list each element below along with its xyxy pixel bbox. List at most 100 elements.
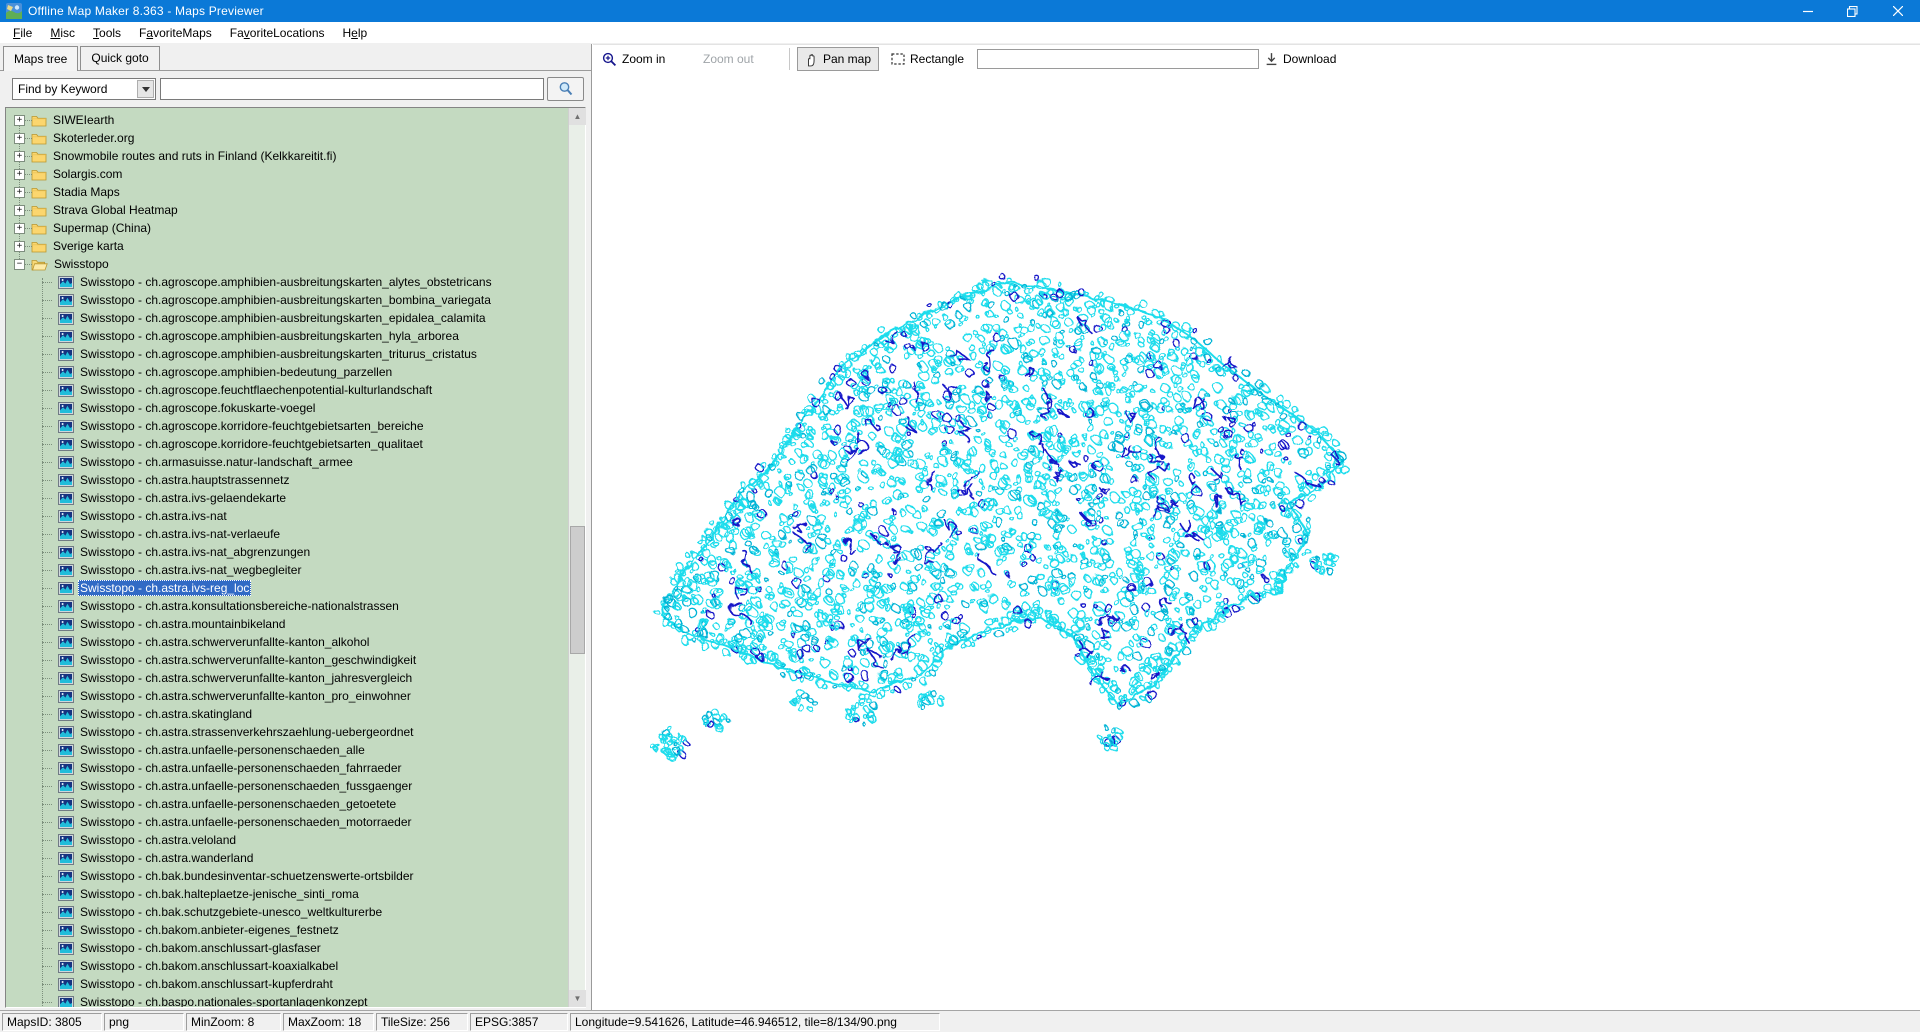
expand-icon[interactable]: + [14, 115, 25, 126]
restore-button[interactable] [1830, 0, 1875, 22]
search-mode-dropdown[interactable]: Find by Keyword [12, 78, 156, 100]
chevron-down-icon[interactable] [137, 80, 154, 98]
tree-item[interactable]: Swisstopo - ch.agroscope.amphibien-ausbr… [6, 345, 568, 363]
tree-item[interactable]: Swisstopo - ch.baspo.nationales-sportanl… [6, 993, 568, 1007]
menu-item-help[interactable]: Help [334, 23, 377, 43]
hand-icon [805, 52, 818, 67]
tree-item[interactable]: Swisstopo - ch.astra.schwerverunfallte-k… [6, 651, 568, 669]
menu-bar: FileMiscToolsFavoriteMapsFavoriteLocatio… [0, 22, 1920, 44]
tree-item[interactable]: Swisstopo - ch.bak.halteplaetze-jenische… [6, 885, 568, 903]
tree-folder[interactable]: +SIWEIearth [6, 111, 568, 129]
tree-item[interactable]: Swisstopo - ch.astra.konsultationsbereic… [6, 597, 568, 615]
tree-item[interactable]: Swisstopo - ch.agroscope.amphibien-ausbr… [6, 291, 568, 309]
download-button[interactable]: Download [1261, 47, 1340, 71]
app-icon [6, 3, 22, 19]
tree-item[interactable]: Swisstopo - ch.astra.schwerverunfallte-k… [6, 633, 568, 651]
tree-item[interactable]: Swisstopo - ch.astra.mountainbikeland [6, 615, 568, 633]
menu-item-favoritelocations[interactable]: FavoriteLocations [221, 23, 334, 43]
tree-item[interactable]: Swisstopo - ch.agroscope.amphibien-ausbr… [6, 273, 568, 291]
pan-map-button[interactable]: Pan map [797, 47, 879, 71]
tree-item[interactable]: Swisstopo - ch.astra.ivs-nat_wegbegleite… [6, 561, 568, 579]
zoom-in-button[interactable]: Zoom in [598, 47, 669, 71]
scrollbar-thumb[interactable] [570, 526, 585, 654]
close-button[interactable] [1875, 0, 1920, 22]
expand-icon[interactable]: + [14, 133, 25, 144]
tree-item[interactable]: Swisstopo - ch.bakom.anschlussart-glasfa… [6, 939, 568, 957]
expand-icon[interactable]: + [14, 169, 25, 180]
tab-maps-tree[interactable]: Maps tree [3, 46, 78, 71]
tree-item-selected[interactable]: Swisstopo - ch.astra.ivs-reg_loc [6, 579, 568, 597]
tree-folder[interactable]: +Strava Global Heatmap [6, 201, 568, 219]
tree-folder[interactable]: +Skoterleder.org [6, 129, 568, 147]
tree-item[interactable]: Swisstopo - ch.bakom.anschlussart-kupfer… [6, 975, 568, 993]
tree-item[interactable]: Swisstopo - ch.agroscope.amphibien-bedeu… [6, 363, 568, 381]
tree-folder[interactable]: +Snowmobile routes and ruts in Finland (… [6, 147, 568, 165]
map-preview[interactable] [593, 73, 1920, 1011]
title-bar: Offline Map Maker 8.363 - Maps Previewer [0, 0, 1920, 22]
tree-item[interactable]: Swisstopo - ch.astra.hauptstrassennetz [6, 471, 568, 489]
tree-folder[interactable]: +Solargis.com [6, 165, 568, 183]
expand-icon[interactable]: + [14, 241, 25, 252]
tree-item[interactable]: Swisstopo - ch.bakom.anschlussart-koaxia… [6, 957, 568, 975]
left-panel: Maps tree Quick goto Find by Keyword +SI… [0, 44, 592, 1010]
tree-item[interactable]: Swisstopo - ch.bakom.anbieter-eigenes_fe… [6, 921, 568, 939]
status-coordinates: Longitude=9.541626, Latitude=46.946512, … [570, 1013, 940, 1031]
collapse-icon[interactable]: − [14, 259, 25, 270]
rectangle-button[interactable]: Rectangle [887, 47, 968, 71]
expand-icon[interactable]: + [14, 187, 25, 198]
tree-item[interactable]: Swisstopo - ch.astra.ivs-nat_abgrenzunge… [6, 543, 568, 561]
menu-item-favoritemaps[interactable]: FavoriteMaps [130, 23, 221, 43]
minimize-button[interactable] [1785, 0, 1830, 22]
tree-folder[interactable]: +Sverige karta [6, 237, 568, 255]
status-epsg: EPSG:3857 [470, 1013, 568, 1031]
tree-item[interactable]: Swisstopo - ch.bak.schutzgebiete-unesco_… [6, 903, 568, 921]
tree-folder[interactable]: +Supermap (China) [6, 219, 568, 237]
restore-icon [1847, 6, 1858, 17]
tree-item[interactable]: Swisstopo - ch.astra.unfaelle-personensc… [6, 795, 568, 813]
tree-item[interactable]: Swisstopo - ch.astra.skatingland [6, 705, 568, 723]
tree-item[interactable]: Swisstopo - ch.astra.unfaelle-personensc… [6, 759, 568, 777]
tree-item[interactable]: Swisstopo - ch.astra.unfaelle-personensc… [6, 741, 568, 759]
menu-item-tools[interactable]: Tools [84, 23, 130, 43]
tab-quick-goto[interactable]: Quick goto [80, 46, 159, 70]
tree-scrollbar[interactable]: ▲ ▼ [568, 108, 585, 1007]
tree-item[interactable]: Swisstopo - ch.bak.bundesinventar-schuet… [6, 867, 568, 885]
tree-item[interactable]: Swisstopo - ch.astra.wanderland [6, 849, 568, 867]
tree-item[interactable]: Swisstopo - ch.agroscope.amphibien-ausbr… [6, 309, 568, 327]
menu-item-file[interactable]: File [4, 23, 41, 43]
tree-item[interactable]: Swisstopo - ch.armasuisse.natur-landscha… [6, 453, 568, 471]
expand-icon[interactable]: + [14, 205, 25, 216]
tree-item[interactable]: Swisstopo - ch.astra.ivs-nat [6, 507, 568, 525]
zoom-out-button[interactable]: Zoom out [699, 47, 758, 71]
expand-icon[interactable]: + [14, 151, 25, 162]
status-format: png [104, 1013, 184, 1031]
scroll-up-arrow[interactable]: ▲ [569, 108, 586, 125]
search-mode-value: Find by Keyword [13, 82, 137, 96]
maps-tree-panel: +SIWEIearth+Skoterleder.org+Snowmobile r… [5, 107, 586, 1008]
tree-item[interactable]: Swisstopo - ch.agroscope.korridore-feuch… [6, 417, 568, 435]
download-label: Download [1283, 52, 1336, 66]
tree-item[interactable]: Swisstopo - ch.agroscope.amphibien-ausbr… [6, 327, 568, 345]
expand-icon[interactable]: + [14, 223, 25, 234]
tree-item[interactable]: Swisstopo - ch.agroscope.fokuskarte-voeg… [6, 399, 568, 417]
scroll-down-arrow[interactable]: ▼ [569, 990, 586, 1007]
status-max-zoom: MaxZoom: 18 [283, 1013, 374, 1031]
tree-item[interactable]: Swisstopo - ch.agroscope.korridore-feuch… [6, 435, 568, 453]
tree-folder[interactable]: −Swisstopo [6, 255, 568, 273]
tree-item[interactable]: Swisstopo - ch.astra.schwerverunfallte-k… [6, 687, 568, 705]
tree-item[interactable]: Swisstopo - ch.astra.schwerverunfallte-k… [6, 669, 568, 687]
tree-item[interactable]: Swisstopo - ch.astra.unfaelle-personensc… [6, 777, 568, 795]
tree-item[interactable]: Swisstopo - ch.astra.unfaelle-personensc… [6, 813, 568, 831]
tree-folder[interactable]: +Stadia Maps [6, 183, 568, 201]
maps-tree: +SIWEIearth+Skoterleder.org+Snowmobile r… [6, 108, 568, 1007]
tree-item[interactable]: Swisstopo - ch.astra.strassenverkehrszae… [6, 723, 568, 741]
tree-item[interactable]: Swisstopo - ch.agroscope.feuchtflaechenp… [6, 381, 568, 399]
tree-item[interactable]: Swisstopo - ch.astra.ivs-gelaendekarte [6, 489, 568, 507]
menu-item-misc[interactable]: Misc [41, 23, 84, 43]
search-button[interactable] [547, 77, 584, 101]
tree-item[interactable]: Swisstopo - ch.astra.veloland [6, 831, 568, 849]
toolbar-text-input[interactable] [977, 49, 1259, 69]
tree-item[interactable]: Swisstopo - ch.astra.ivs-nat-verlaeufe [6, 525, 568, 543]
switzerland-routes-map[interactable] [621, 244, 1381, 784]
search-input[interactable] [160, 78, 544, 100]
